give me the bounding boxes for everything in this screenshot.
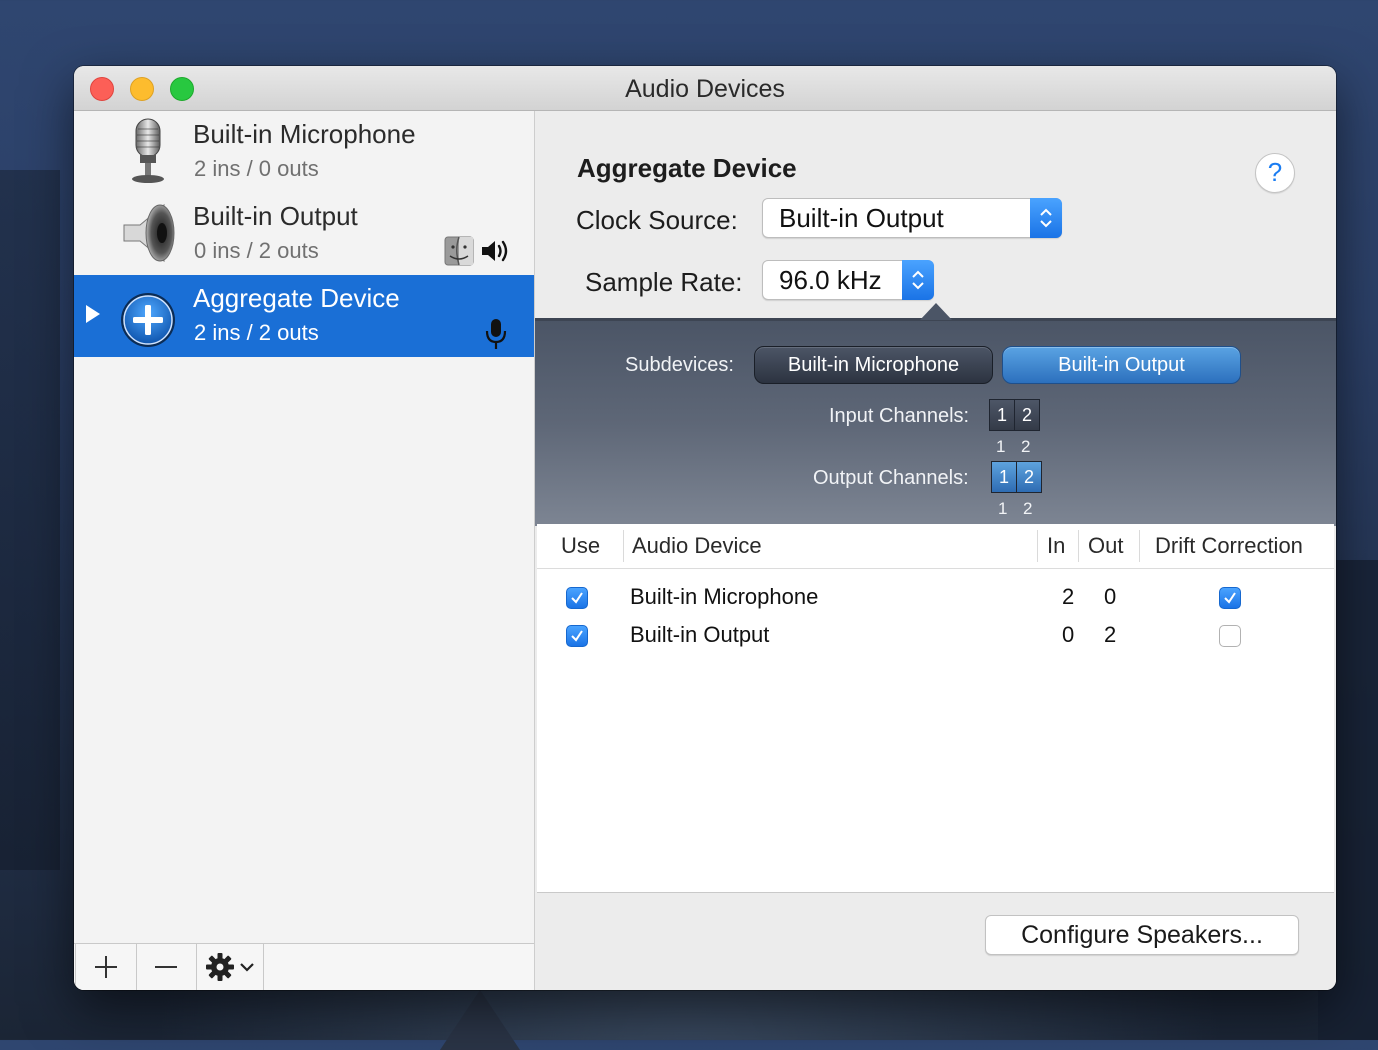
output-channels-label: Output Channels: [813,467,969,489]
column-header-audio-device[interactable]: Audio Device [632,533,762,559]
drift-correction-checkbox[interactable] [1219,587,1241,609]
microphone-small-icon [485,319,507,349]
device-detail-pane: Aggregate Device ? Clock Source: Built-i… [535,111,1336,990]
drift-correction-checkbox[interactable] [1219,625,1241,647]
audio-devices-window: Audio Devices Built-in Microphone 2 ins … [74,66,1336,990]
disclosure-triangle-icon[interactable] [86,305,100,323]
subdevices-panel: Subdevices: Built-in Microphone Built-in… [535,303,1336,526]
popup-arrows-icon [902,260,934,300]
minus-icon [155,966,177,968]
column-header-out[interactable]: Out [1088,533,1123,559]
speaker-icon [123,203,175,263]
help-button[interactable]: ? [1255,153,1295,193]
microphone-icon [132,118,164,183]
add-device-button[interactable] [75,944,137,990]
input-channel-strip: 1 2 [989,399,1040,431]
input-channel-cell: 2 [1015,400,1039,430]
table-header: Use Audio Device In Out Drift Correction [537,524,1334,569]
device-title: Aggregate Device [577,153,797,183]
column-header-use[interactable]: Use [561,533,600,559]
device-list-sidebar: Built-in Microphone 2 ins / 0 outs Built… [74,111,535,990]
device-name: Aggregate Device [193,283,400,313]
configure-speakers-button[interactable]: Configure Speakers... [985,915,1299,955]
sidebar-toolbar [74,943,534,990]
plus-icon [95,956,117,978]
gear-menu-button[interactable] [197,944,264,990]
output-channel-strip: 1 2 [991,461,1042,493]
popup-arrows-icon [1030,198,1062,238]
clock-source-popup[interactable]: Built-in Output [762,198,1062,238]
checkmark-icon [571,592,583,604]
subdevice-built-in-microphone[interactable]: Built-in Microphone [754,346,993,384]
use-checkbox[interactable] [566,625,588,647]
audio-device-cell: Built-in Output [630,622,770,647]
device-row-built-in-output[interactable]: Built-in Output 0 ins / 2 outs [74,193,534,275]
output-channel-number: 2 [1023,499,1033,518]
input-channel-number: 2 [1021,437,1031,456]
device-name: Built-in Microphone [193,119,416,149]
clock-source-value: Built-in Output [779,203,944,233]
aggregate-plus-icon [121,293,175,347]
background-building-left [0,170,60,870]
gear-icon [206,953,234,981]
sample-rate-label: Sample Rate: [585,267,743,297]
in-count-cell: 2 [1062,584,1075,609]
subdevice-built-in-output[interactable]: Built-in Output [1002,346,1241,384]
in-count-cell: 0 [1062,622,1075,647]
table-row[interactable]: Built-in Microphone 2 0 [537,580,1334,618]
subdevices-label: Subdevices: [625,354,734,376]
checkmark-icon [571,630,583,642]
remove-device-button[interactable] [136,944,197,990]
window-title: Audio Devices [625,75,785,103]
column-separator [1037,530,1038,562]
audio-device-cell: Built-in Microphone [630,584,819,609]
output-channel-number: 1 [998,499,1008,518]
sample-rate-value: 96.0 kHz [779,265,882,295]
finder-icon [444,236,474,266]
input-channel-number: 1 [996,437,1006,456]
device-io-count: 2 ins / 2 outs [194,320,319,345]
column-separator [623,530,624,562]
subdevice-table: Use Audio Device In Out Drift Correction… [537,524,1334,893]
checkmark-icon [1224,592,1236,604]
column-separator [1078,530,1079,562]
column-separator [1139,530,1140,562]
use-checkbox[interactable] [566,587,588,609]
column-header-drift-correction[interactable]: Drift Correction [1155,533,1303,559]
table-row[interactable]: Built-in Output 0 2 [537,618,1334,656]
device-io-count: 2 ins / 0 outs [194,156,319,181]
device-row-built-in-microphone[interactable]: Built-in Microphone 2 ins / 0 outs [74,111,534,193]
sample-rate-popup[interactable]: 96.0 kHz [762,260,934,300]
output-channel-cell: 2 [1017,462,1041,492]
output-channel-cell: 1 [992,462,1017,492]
panel-notch [920,303,952,320]
input-channels-label: Input Channels: [829,405,970,427]
title-bar[interactable]: Audio Devices [74,66,1336,111]
chevron-down-icon [240,963,254,972]
out-count-cell: 0 [1104,584,1117,609]
clock-source-label: Clock Source: [576,205,738,235]
column-header-in[interactable]: In [1047,533,1065,559]
device-row-aggregate-device[interactable]: Aggregate Device 2 ins / 2 outs [74,275,534,357]
out-count-cell: 2 [1104,622,1117,647]
device-name: Built-in Output [193,201,358,231]
background-spire [440,990,520,1050]
speaker-volume-icon [482,240,508,262]
device-io-count: 0 ins / 2 outs [194,238,319,263]
input-channel-cell: 1 [990,400,1015,430]
